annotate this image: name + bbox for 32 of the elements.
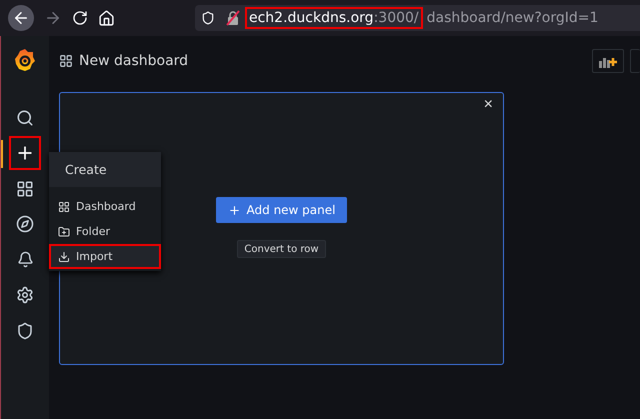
- grid-icon: [58, 200, 70, 212]
- back-button[interactable]: [8, 5, 34, 31]
- menu-title: Create: [65, 162, 107, 177]
- bell-icon: [16, 251, 34, 268]
- shield-icon: [201, 11, 215, 25]
- convert-to-row-button[interactable]: Convert to row: [237, 240, 326, 258]
- forward-button[interactable]: [44, 9, 62, 27]
- close-button[interactable]: ×: [484, 97, 493, 113]
- grid-icon: [16, 180, 34, 198]
- settings-icon: [16, 286, 34, 304]
- add-panel-button[interactable]: [592, 49, 624, 73]
- add-new-panel-button[interactable]: Add new panel: [216, 197, 348, 223]
- compass-icon: [16, 215, 34, 234]
- url-host: ech2.duckdns.org: [249, 10, 374, 26]
- insecure-lock-icon: [225, 10, 241, 26]
- download-icon: [58, 250, 70, 262]
- search-icon: [16, 108, 34, 127]
- url-path: dashboard/new?orgId=1: [426, 10, 598, 26]
- grid-icon: [59, 54, 73, 68]
- menu-item[interactable]: Folder: [49, 219, 161, 244]
- home-button[interactable]: [98, 10, 115, 26]
- shield-icon: [16, 322, 34, 340]
- folder-icon: [58, 226, 70, 238]
- sidebar-button[interactable]: [11, 138, 39, 168]
- menu-item[interactable]: Dashboard: [49, 194, 161, 219]
- reload-button[interactable]: [72, 10, 88, 26]
- logo-icon: [14, 48, 36, 72]
- menu-item[interactable]: Import: [49, 244, 161, 269]
- url-port: :3000/: [374, 10, 419, 26]
- plus-icon: [228, 204, 241, 216]
- address-bar[interactable]: ech2.duckdns.org:3000/ dashboard/new?orgId=1: [195, 5, 640, 31]
- dashboard-title: New dashboard: [79, 53, 190, 69]
